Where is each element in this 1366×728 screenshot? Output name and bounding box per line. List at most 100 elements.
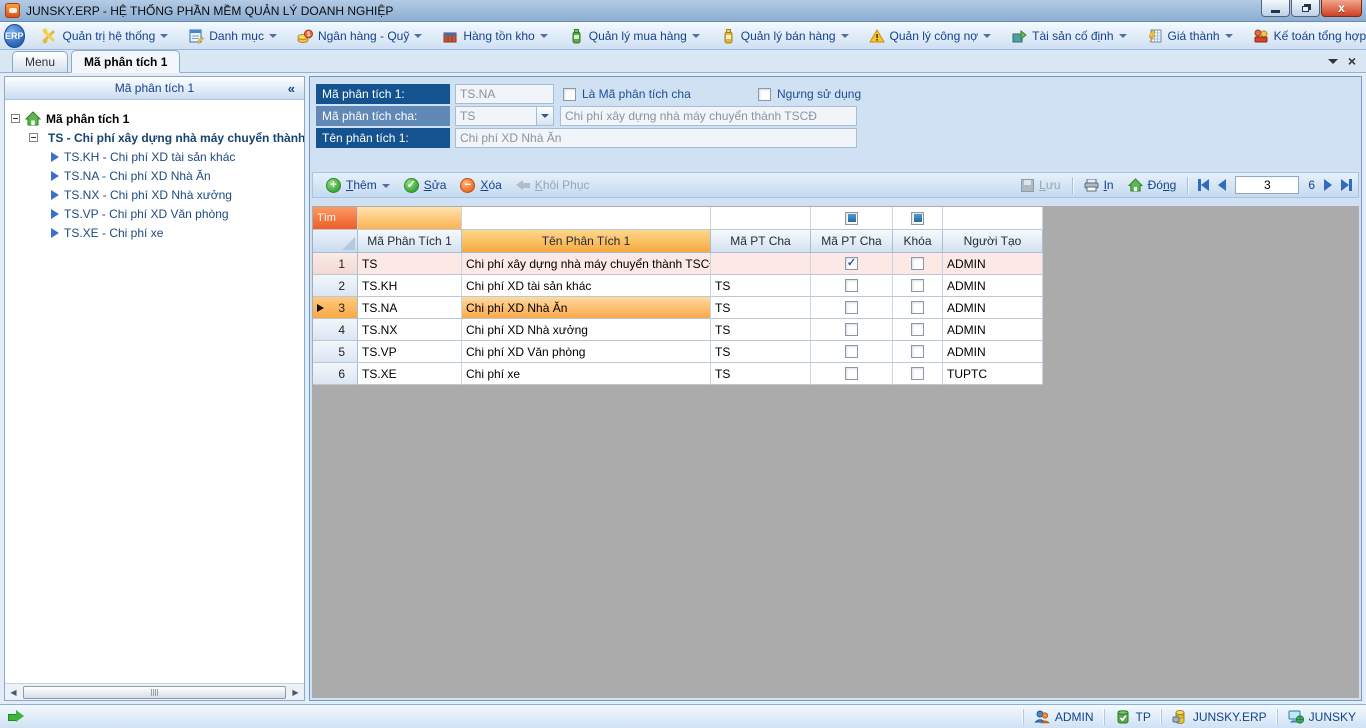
print-button[interactable]: In [1077, 174, 1121, 196]
unchecked-checkbox-icon[interactable] [911, 323, 924, 336]
filter-cell-code[interactable] [358, 207, 462, 230]
menu-gia-thanh[interactable]: Giá thành [1140, 24, 1240, 48]
table-row[interactable]: 6 TS.XE Chi phí xe TS TUPTC [313, 363, 1043, 385]
parent-name-field[interactable] [560, 106, 857, 126]
unchecked-checkbox-icon[interactable] [911, 257, 924, 270]
unchecked-checkbox-icon[interactable] [845, 345, 858, 358]
cell-parent[interactable]: TS [711, 363, 811, 385]
cell-locked[interactable] [893, 253, 943, 275]
tab-ma-phan-tich-1[interactable]: Mã phân tích 1 [71, 50, 180, 73]
filter-cell-locked[interactable] [893, 207, 943, 230]
cell-code[interactable]: TS.NX [358, 319, 462, 341]
column-header-code[interactable]: Mã Phân Tích 1 [358, 230, 462, 253]
filter-cell-name[interactable] [462, 207, 711, 230]
column-header-name[interactable]: Tên Phân Tích 1 [462, 230, 711, 253]
tree-node-root[interactable]: Mã phân tích 1 [5, 109, 304, 128]
unchecked-checkbox-icon[interactable] [845, 323, 858, 336]
table-row[interactable]: 4 TS.NX Chi phí XD Nhà xưởng TS ADMIN [313, 319, 1043, 341]
code-field[interactable] [455, 84, 554, 104]
menu-ke-toan-tong-hop[interactable]: Kế toán tổng hợp [1246, 24, 1366, 48]
tab-list-dropdown-icon[interactable] [1328, 59, 1338, 64]
tree-node-ts-vp[interactable]: TS.VP - Chi phí XD Văn phòng [5, 204, 304, 223]
cell-parent[interactable]: TS [711, 341, 811, 363]
tree-node-ts-nx[interactable]: TS.NX - Chi phí XD Nhà xưởng [5, 185, 304, 204]
checkbox-icon[interactable] [758, 88, 771, 101]
cell-parent[interactable]: TS [711, 319, 811, 341]
grid-corner-cell[interactable] [313, 230, 358, 253]
cell-name[interactable]: Chi phí XD Văn phòng [462, 341, 711, 363]
scroll-right-icon[interactable]: ▶ [288, 685, 303, 700]
close-button[interactable]: x [1321, 0, 1362, 17]
unchecked-checkbox-icon[interactable] [911, 301, 924, 314]
cell-creator[interactable]: TUPTC [943, 363, 1043, 385]
dropdown-button[interactable] [536, 107, 553, 125]
unchecked-checkbox-icon[interactable] [911, 367, 924, 380]
column-header-is-parent[interactable]: Mã PT Cha [811, 230, 893, 253]
cell-code[interactable]: TS.VP [358, 341, 462, 363]
prev-page-button[interactable] [1218, 179, 1226, 191]
next-page-button[interactable] [1324, 179, 1332, 191]
filter-cell-is-parent[interactable] [811, 207, 893, 230]
cell-is-parent[interactable] [811, 363, 893, 385]
menu-hang-ton-kho[interactable]: Hàng tồn kho [435, 24, 554, 48]
table-row[interactable]: 2 TS.KH Chi phí XD tài sản khác TS ADMIN [313, 275, 1043, 297]
menu-danh-muc[interactable]: Danh mục [181, 24, 284, 48]
parent-code-dropdown[interactable]: TS [455, 106, 554, 126]
menu-quan-ly-mua-hang[interactable]: Quản lý mua hàng [561, 24, 707, 48]
last-page-button[interactable] [1341, 179, 1352, 191]
close-form-button[interactable]: Đóng [1121, 174, 1184, 196]
delete-button[interactable]: − Xóa [453, 174, 508, 196]
cell-locked[interactable] [893, 319, 943, 341]
tree-expander-icon[interactable] [29, 133, 38, 142]
edit-button[interactable]: ✓ Sửa [397, 174, 454, 196]
cell-creator[interactable]: ADMIN [943, 297, 1043, 319]
checked-checkbox-icon[interactable] [845, 257, 858, 270]
cell-is-parent[interactable] [811, 341, 893, 363]
tab-menu[interactable]: Menu [12, 51, 68, 72]
cell-is-parent[interactable] [811, 319, 893, 341]
restore-button[interactable] [1291, 0, 1320, 17]
minimize-button[interactable] [1261, 0, 1290, 17]
filter-cell-creator[interactable] [943, 207, 1043, 230]
tree-node-ts[interactable]: TS - Chi phí xây dựng nhà máy chuyển thà… [5, 128, 304, 147]
cell-name[interactable]: Chi phí xe [462, 363, 711, 385]
cell-creator[interactable]: ADMIN [943, 253, 1043, 275]
cell-creator[interactable]: ADMIN [943, 341, 1043, 363]
unchecked-checkbox-icon[interactable] [911, 345, 924, 358]
cell-code[interactable]: TS.NA [358, 297, 462, 319]
erp-logo-button[interactable]: ERP [4, 24, 25, 48]
table-row[interactable]: 1 TS Chi phí xây dựng nhà máy chuyển thà… [313, 253, 1043, 275]
first-page-button[interactable] [1198, 179, 1209, 191]
cell-locked[interactable] [893, 363, 943, 385]
tree-node-ts-na[interactable]: TS.NA - Chi phí XD Nhà Ăn [5, 166, 304, 185]
tree-expander-icon[interactable] [11, 114, 20, 123]
current-page-input[interactable] [1235, 176, 1299, 194]
cell-parent[interactable]: TS [711, 275, 811, 297]
menu-quan-ly-ban-hang[interactable]: Quản lý bán hàng [713, 24, 856, 48]
cell-creator[interactable]: ADMIN [943, 319, 1043, 341]
table-row[interactable]: 5 TS.VP Chi phí XD Văn phòng TS ADMIN [313, 341, 1043, 363]
column-header-creator[interactable]: Người Tạo [943, 230, 1043, 253]
unchecked-checkbox-icon[interactable] [845, 301, 858, 314]
scroll-left-icon[interactable]: ◀ [6, 685, 21, 700]
cell-is-parent[interactable] [811, 253, 893, 275]
cell-is-parent[interactable] [811, 275, 893, 297]
tree-node-ts-kh[interactable]: TS.KH - Chi phí XD tài sản khác [5, 147, 304, 166]
cell-name[interactable]: Chi phí XD Nhà xưởng [462, 319, 711, 341]
cell-code[interactable]: TS [358, 253, 462, 275]
menu-quan-tri-he-thong[interactable]: Quản trị hệ thống [35, 24, 176, 48]
collapse-panel-button[interactable]: « [288, 81, 295, 96]
cell-locked[interactable] [893, 341, 943, 363]
cell-creator[interactable]: ADMIN [943, 275, 1043, 297]
column-header-locked[interactable]: Khóa [893, 230, 943, 253]
cell-code[interactable]: TS.XE [358, 363, 462, 385]
cell-name[interactable]: Chi phí XD tài sản khác [462, 275, 711, 297]
save-button[interactable]: Lưu [1014, 174, 1067, 196]
cell-code[interactable]: TS.KH [358, 275, 462, 297]
menu-tai-san-co-dinh[interactable]: Tài sản cố định [1004, 24, 1133, 48]
name-field[interactable] [455, 128, 857, 148]
menu-ngan-hang-quy[interactable]: $ Ngân hàng - Quỹ [290, 24, 429, 48]
cell-name[interactable]: Chi phí xây dựng nhà máy chuyển thành TS… [462, 253, 711, 275]
cell-parent[interactable]: TS [711, 297, 811, 319]
cell-parent[interactable] [711, 253, 811, 275]
